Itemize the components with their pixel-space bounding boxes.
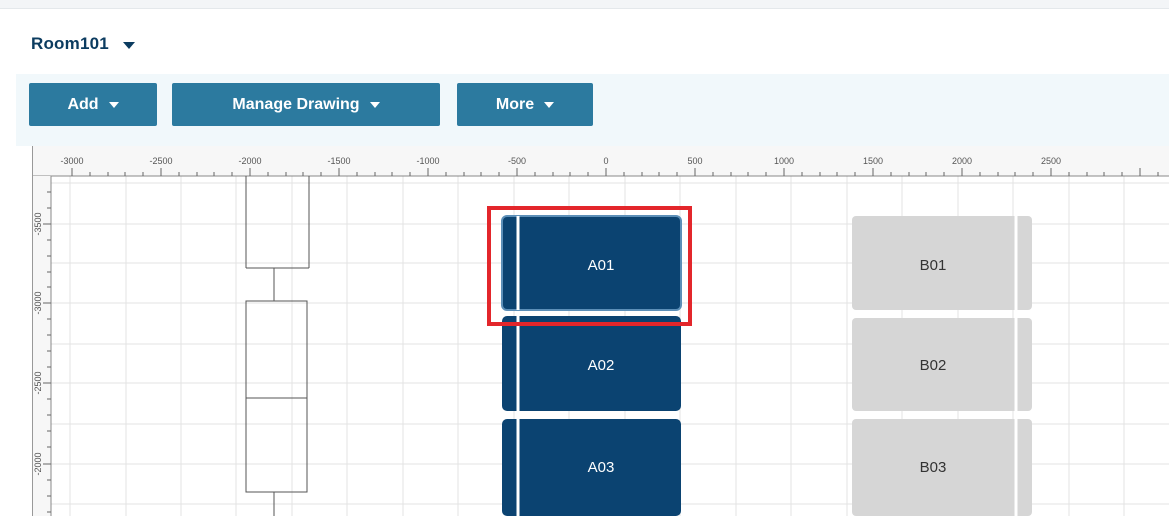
chevron-down-icon [108,101,119,108]
chevron-down-icon [544,101,555,108]
ruler-x-label: 1500 [863,156,883,166]
ruler-x-label: -2000 [238,156,261,166]
ruler-x-label: -1000 [416,156,439,166]
rack-a02[interactable]: A02 [502,316,681,411]
chevron-down-icon [122,42,135,49]
ruler-x-label: 2500 [1041,156,1061,166]
rack-label: A02 [588,357,615,374]
ruler-x-label: -500 [508,156,526,166]
ruler-x-label: -3000 [60,156,83,166]
ruler-y-label: -3500 [33,212,43,235]
top-ruler [33,146,1169,176]
more-button-label: More [495,95,535,113]
top-divider [0,0,1169,9]
ruler-x-label: 500 [687,156,702,166]
rack-b03[interactable]: B03 [852,419,1032,516]
ruler-y-label: -2000 [33,452,43,475]
chevron-down-icon [369,101,380,108]
rack-label: B03 [920,459,947,476]
ruler-x-label: 1000 [774,156,794,166]
rack-a01[interactable]: A01 [501,215,682,311]
ruler-x-label: 0 [603,156,608,166]
ruler-x-label: 2000 [952,156,972,166]
toolbar: Add Manage Drawing More [16,74,1169,146]
drawing-svg[interactable]: -3000 -2500 -2000 -1500 -1000 -500 0 500… [33,146,1169,516]
ruler-y-label: -3000 [33,291,43,314]
ruler-y-label: -2500 [33,371,43,394]
outline-shape[interactable] [245,176,310,516]
rack-b02[interactable]: B02 [852,318,1032,411]
drawing-canvas[interactable]: -3000 -2500 -2000 -1500 -1000 -500 0 500… [32,146,1169,516]
add-button[interactable]: Add [29,83,157,126]
manage-drawing-button-label: Manage Drawing [232,95,360,113]
ruler-x-label: -2500 [149,156,172,166]
ruler-x-label: -1500 [327,156,350,166]
rack-label: A01 [588,257,615,274]
add-button-label: Add [67,95,99,113]
rack-a03[interactable]: A03 [502,419,681,516]
rack-label: B02 [920,357,947,374]
room-name: Room101 [31,34,109,53]
manage-drawing-button[interactable]: Manage Drawing [172,83,440,126]
room-selector[interactable]: Room101 [31,34,135,54]
rack-b01[interactable]: B01 [852,216,1032,310]
more-button[interactable]: More [457,83,593,126]
rack-label: A03 [588,459,615,476]
rack-label: B01 [920,257,947,274]
